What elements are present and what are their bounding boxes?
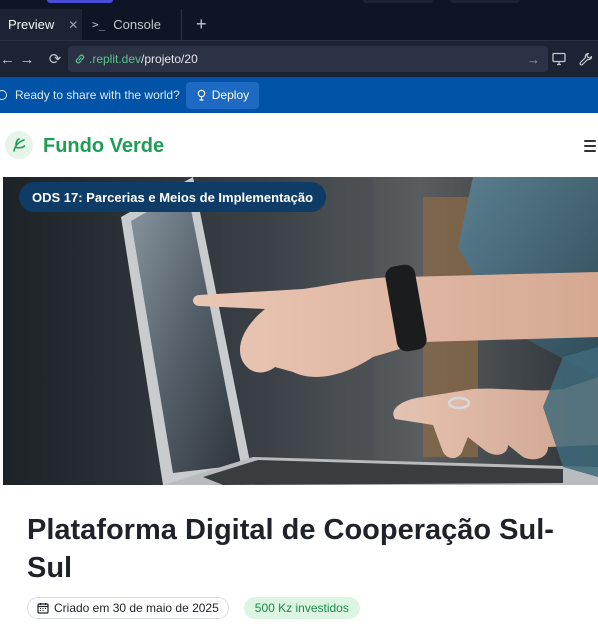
project-content: Plataforma Digital de Cooperação Sul-Sul… xyxy=(0,485,598,630)
menu-icon[interactable] xyxy=(584,140,596,155)
terminal-icon: >_ xyxy=(92,18,106,31)
wrench-icon[interactable] xyxy=(578,51,594,67)
tab-label: Preview xyxy=(8,17,55,32)
forward-arrow-icon[interactable]: → xyxy=(16,51,38,68)
url-input[interactable]: .replit.dev/projeto/20 → xyxy=(68,46,548,72)
reload-icon[interactable]: ⟳ xyxy=(44,50,66,68)
toolbar-button[interactable] xyxy=(363,0,433,3)
new-tab-plus-icon[interactable]: + xyxy=(182,9,221,40)
url-bar: ← → ⟳ .replit.dev/projeto/20 → xyxy=(0,41,598,77)
banner-message: Ready to share with the world? xyxy=(15,88,180,102)
calendar-icon xyxy=(37,603,49,614)
created-date-badge: Criado em 30 de maio de 2025 xyxy=(27,597,229,619)
tab-console[interactable]: >_ Console xyxy=(82,9,182,40)
deploy-banner: Ready to share with the world? Deploy xyxy=(0,77,598,113)
url-path: /projeto/20 xyxy=(141,52,198,66)
project-meta: Criado em 30 de maio de 2025 500 Kz inve… xyxy=(27,597,360,619)
invested-badge: 500 Kz investidos xyxy=(243,597,360,619)
ods-badge: ODS 17: Parcerias e Meios de Implementaç… xyxy=(19,182,327,212)
url-domain: .replit.dev xyxy=(89,52,142,66)
site-header: Fundo Verde xyxy=(0,113,598,177)
info-icon xyxy=(0,90,7,100)
close-icon[interactable]: ✕ xyxy=(68,18,78,32)
url-tools xyxy=(552,41,598,77)
brand-name[interactable]: Fundo Verde xyxy=(43,135,164,158)
deploy-label: Deploy xyxy=(211,88,250,102)
laptop-hands-photo xyxy=(3,177,598,485)
project-hero-image: ODS 17: Parcerias e Meios de Implementaç… xyxy=(3,177,598,485)
project-title: Plataforma Digital de Cooperação Sul-Sul xyxy=(27,514,554,584)
tab-bar: Preview ✕ >_ Console + xyxy=(0,9,598,41)
created-date-text: Criado em 30 de maio de 2025 xyxy=(54,601,219,615)
tab-preview[interactable]: Preview ✕ xyxy=(0,9,82,40)
leaf-logo-icon[interactable] xyxy=(5,131,33,159)
toolbar-button[interactable] xyxy=(450,0,520,3)
tab-label: Console xyxy=(113,17,161,32)
go-arrow-icon[interactable]: → xyxy=(527,52,540,67)
devices-icon[interactable] xyxy=(552,52,568,66)
window-top-strip xyxy=(0,0,598,9)
back-arrow-icon[interactable]: ← xyxy=(0,51,15,68)
deploy-button[interactable]: Deploy xyxy=(185,81,260,109)
link-icon xyxy=(75,54,85,64)
deploy-icon xyxy=(197,89,206,101)
active-pane-indicator xyxy=(47,0,113,3)
